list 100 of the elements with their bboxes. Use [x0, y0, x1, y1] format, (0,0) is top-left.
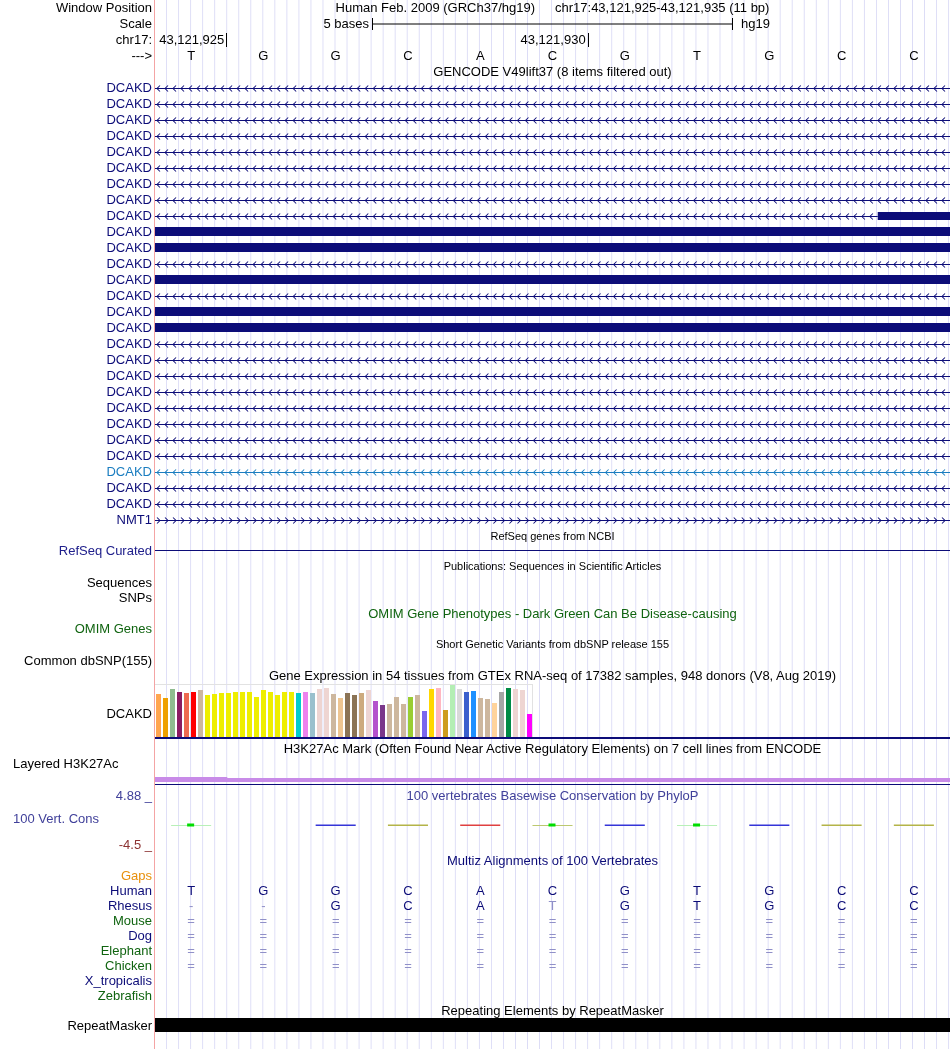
- gene-label[interactable]: DCAKD: [106, 192, 152, 208]
- expression-bar[interactable]: [310, 693, 315, 737]
- intron-line[interactable]: [155, 261, 950, 268]
- gene-label[interactable]: DCAKD: [106, 336, 152, 352]
- expression-bar[interactable]: [408, 697, 413, 737]
- species-label[interactable]: Human: [110, 883, 152, 898]
- expression-bar[interactable]: [527, 714, 532, 737]
- expression-bar[interactable]: [184, 693, 189, 737]
- species-label[interactable]: Dog: [128, 928, 152, 943]
- expression-bar[interactable]: [373, 701, 378, 737]
- expression-bar[interactable]: [380, 705, 385, 737]
- intron-line[interactable]: [155, 341, 950, 348]
- gene-label[interactable]: DCAKD: [106, 256, 152, 272]
- species-label[interactable]: Elephant: [100, 943, 152, 958]
- gene-label[interactable]: DCAKD: [106, 432, 152, 448]
- intron-line[interactable]: [155, 389, 950, 396]
- gene-label[interactable]: DCAKD: [106, 480, 152, 496]
- expression-bar[interactable]: [212, 694, 217, 737]
- intron-line[interactable]: [155, 357, 950, 364]
- expression-bar[interactable]: [520, 690, 525, 737]
- gene-label[interactable]: DCAKD: [106, 288, 152, 304]
- expression-bar[interactable]: [268, 692, 273, 737]
- track-label[interactable]: RepeatMasker: [67, 1018, 152, 1033]
- gene-label[interactable]: DCAKD: [106, 368, 152, 384]
- intron-line[interactable]: [155, 405, 950, 412]
- repeat-block[interactable]: [155, 1018, 950, 1032]
- expression-bar[interactable]: [226, 693, 231, 737]
- expression-bar[interactable]: [219, 693, 224, 737]
- expression-bar[interactable]: [303, 692, 308, 737]
- expression-bar[interactable]: [499, 692, 504, 737]
- intron-line[interactable]: [155, 133, 950, 140]
- gene-label[interactable]: DCAKD: [106, 144, 152, 160]
- gene-label[interactable]: DCAKD: [106, 304, 152, 320]
- expression-bar[interactable]: [394, 697, 399, 737]
- transcript-line[interactable]: [155, 550, 950, 551]
- gene-label[interactable]: DCAKD: [106, 240, 152, 256]
- species-label[interactable]: Rhesus: [107, 898, 152, 913]
- gene-label[interactable]: DCAKD: [106, 384, 152, 400]
- expression-bar[interactable]: [282, 692, 287, 737]
- expression-bar[interactable]: [513, 689, 518, 737]
- species-label[interactable]: X_tropicalis: [84, 973, 152, 988]
- intron-line[interactable]: [155, 181, 950, 188]
- intron-line[interactable]: [155, 117, 950, 124]
- gene-label[interactable]: DCAKD: [106, 272, 152, 288]
- species-label[interactable]: Mouse: [112, 913, 152, 928]
- expression-bar[interactable]: [324, 688, 329, 737]
- species-label[interactable]: Chicken: [105, 958, 152, 973]
- expression-bar[interactable]: [240, 692, 245, 737]
- expression-bar[interactable]: [478, 698, 483, 737]
- gene-label[interactable]: DCAKD: [106, 128, 152, 144]
- expression-bar[interactable]: [233, 692, 238, 737]
- track-label[interactable]: DCAKD: [106, 705, 152, 722]
- gene-label[interactable]: DCAKD: [106, 176, 152, 192]
- exon-block[interactable]: [155, 307, 950, 316]
- expression-bar[interactable]: [338, 698, 343, 737]
- expression-bar[interactable]: [415, 695, 420, 737]
- intron-line[interactable]: [155, 101, 950, 108]
- gene-label[interactable]: DCAKD: [106, 320, 152, 336]
- expression-bar[interactable]: [436, 688, 441, 737]
- gene-label[interactable]: DCAKD: [106, 448, 152, 464]
- intron-line[interactable]: [155, 453, 950, 460]
- expression-bar[interactable]: [261, 690, 266, 737]
- expression-bar[interactable]: [296, 693, 301, 737]
- track-label[interactable]: OMIM Genes: [74, 622, 152, 636]
- expression-bar[interactable]: [156, 694, 161, 737]
- exon-block[interactable]: [155, 243, 950, 252]
- expression-bar[interactable]: [450, 685, 455, 737]
- expression-bar[interactable]: [177, 692, 182, 737]
- track-label[interactable]: SNPs: [118, 590, 152, 605]
- expression-bar[interactable]: [352, 695, 357, 737]
- intron-line[interactable]: [155, 213, 879, 220]
- expression-bar[interactable]: [345, 693, 350, 737]
- gene-label[interactable]: DCAKD: [106, 208, 152, 224]
- intron-line[interactable]: [155, 517, 950, 524]
- species-label[interactable]: Zebrafish: [97, 988, 152, 1003]
- expression-bar[interactable]: [359, 693, 364, 737]
- expression-bar[interactable]: [366, 690, 371, 737]
- expression-bar[interactable]: [163, 698, 168, 737]
- expression-bar[interactable]: [205, 695, 210, 737]
- gene-label[interactable]: DCAKD: [106, 496, 152, 512]
- intron-line[interactable]: [155, 293, 950, 300]
- gene-label[interactable]: NMT1: [116, 512, 152, 528]
- track-label[interactable]: 100 Vert. Cons: [0, 811, 99, 827]
- expression-bar[interactable]: [331, 694, 336, 737]
- expression-bar[interactable]: [422, 711, 427, 737]
- expression-bar[interactable]: [485, 699, 490, 737]
- track-label[interactable]: Common dbSNP(155): [24, 653, 152, 668]
- expression-bar[interactable]: [170, 689, 175, 737]
- expression-bar[interactable]: [506, 688, 511, 737]
- gene-label[interactable]: DCAKD: [106, 112, 152, 128]
- track-label[interactable]: RefSeq Curated: [58, 544, 152, 558]
- gene-label[interactable]: DCAKD: [106, 352, 152, 368]
- expression-bar[interactable]: [247, 692, 252, 737]
- intron-line[interactable]: [155, 165, 950, 172]
- gene-label[interactable]: DCAKD: [106, 96, 152, 112]
- expression-bar[interactable]: [191, 692, 196, 737]
- gene-label[interactable]: DCAKD: [106, 400, 152, 416]
- exon-block[interactable]: [155, 227, 950, 236]
- expression-bar[interactable]: [254, 697, 259, 737]
- track-label[interactable]: Sequences: [86, 575, 152, 590]
